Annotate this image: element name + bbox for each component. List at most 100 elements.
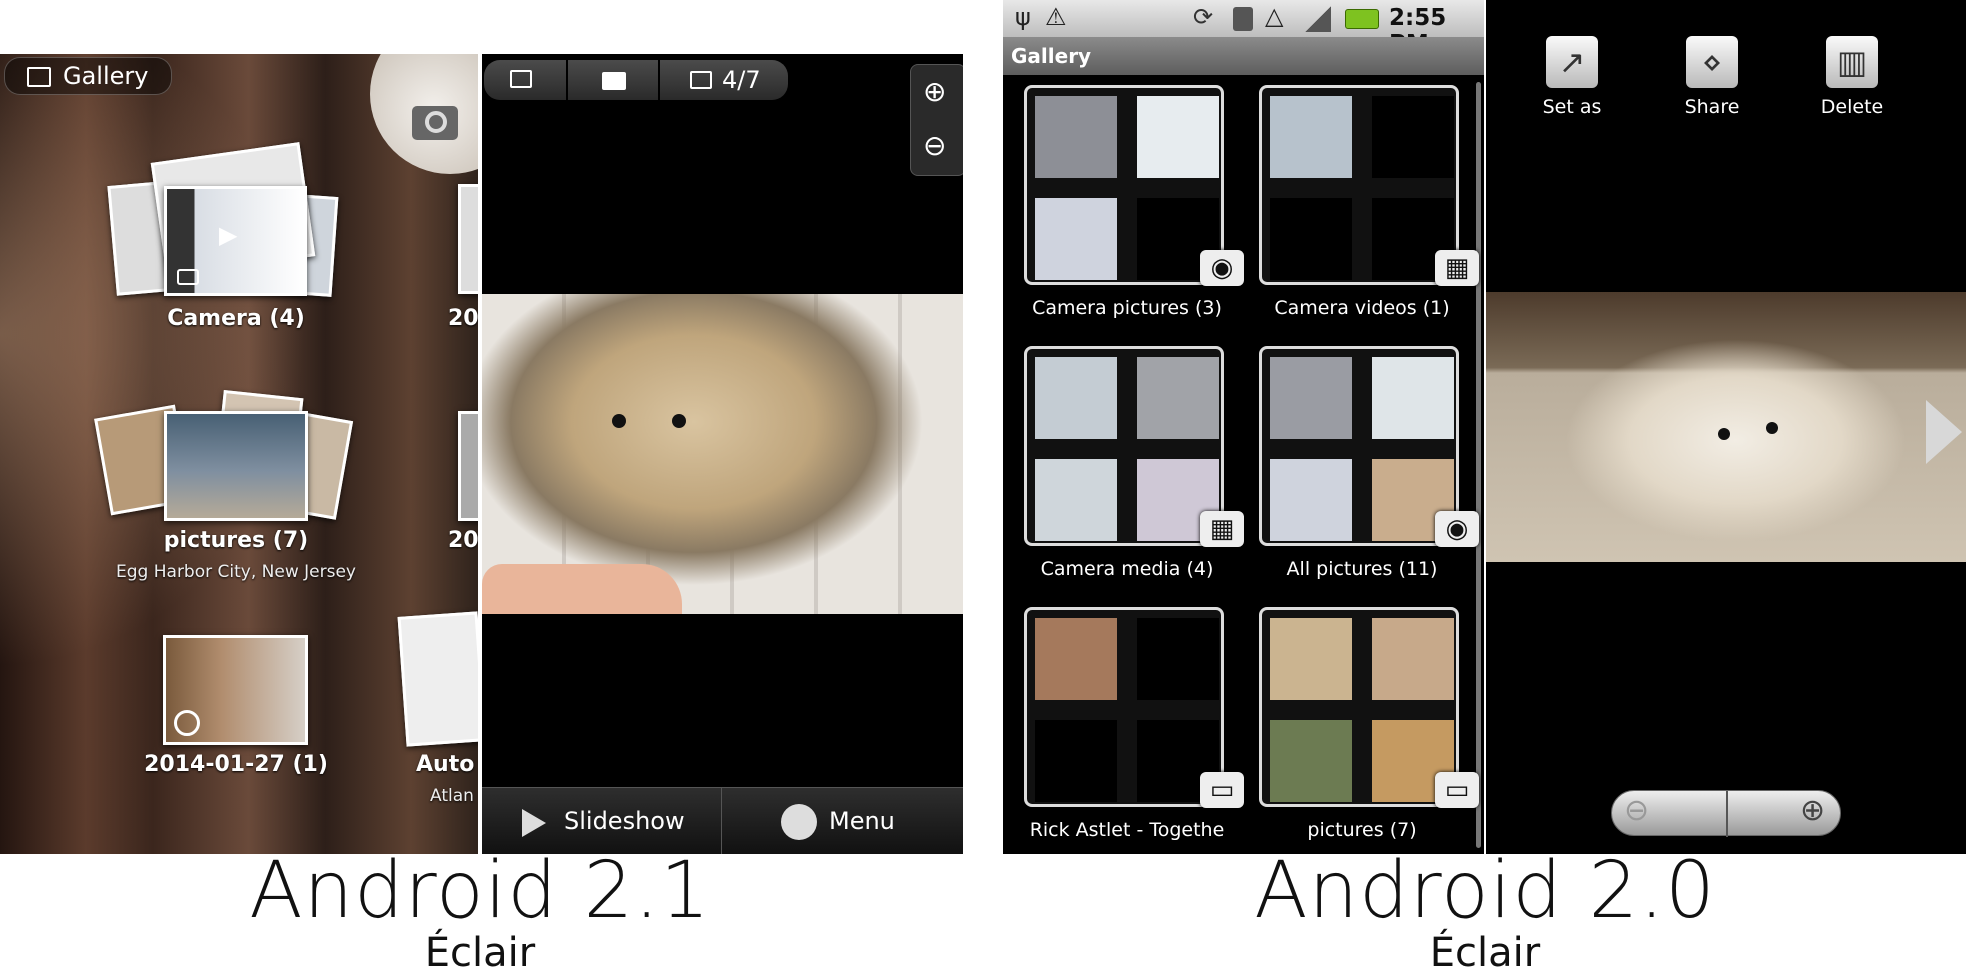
album-cover: ▶ bbox=[164, 186, 307, 296]
battery-icon bbox=[1345, 9, 1379, 29]
folder-icon: ▭ bbox=[1200, 772, 1244, 808]
album-thumbnail-grid bbox=[1259, 346, 1459, 546]
thumbnail bbox=[1372, 96, 1454, 178]
thumbnail bbox=[1270, 618, 1352, 700]
android21-gallery-screen: Gallery ▶ Camera (4) pictures (7) Egg Ha… bbox=[0, 54, 478, 854]
menu-button[interactable]: Menu bbox=[723, 788, 963, 854]
caption-left-codename: Éclair bbox=[424, 930, 536, 976]
menu-icon bbox=[781, 804, 817, 840]
usb-icon: ψ bbox=[1015, 3, 1031, 31]
thumbnail bbox=[1137, 96, 1219, 178]
photo-poodle-lying[interactable] bbox=[1486, 292, 1966, 562]
caption-right-version: Android 2.0 bbox=[1254, 846, 1716, 936]
album-title-partial: 20 bbox=[448, 528, 478, 553]
set-as-icon: ↗ bbox=[1546, 36, 1598, 88]
thumbnail bbox=[1137, 618, 1219, 700]
album-photo-partial[interactable] bbox=[397, 611, 478, 747]
film-icon: ▦ bbox=[1200, 511, 1244, 547]
zoom-in-icon[interactable]: ⊕ bbox=[1800, 793, 1825, 828]
thumbnail bbox=[1270, 96, 1352, 178]
camera-icon: ◉ bbox=[1200, 250, 1244, 286]
zoom-controls: ⊕ ⊖ bbox=[910, 64, 963, 176]
photo-poodle[interactable] bbox=[482, 294, 963, 614]
no-signal-icon: △ bbox=[1265, 2, 1284, 30]
thumbnail bbox=[1270, 357, 1352, 439]
next-photo-arrow[interactable] bbox=[1926, 400, 1962, 464]
delete-label: Delete bbox=[1820, 96, 1884, 118]
share-button[interactable]: ⋄ Share bbox=[1657, 36, 1767, 118]
wifi-icon bbox=[1233, 7, 1253, 31]
delete-button[interactable]: ▥ Delete bbox=[1797, 36, 1907, 118]
album-tile-label: pictures (7) bbox=[1307, 819, 1417, 841]
status-bar: ψ ⚠ ⟳ △ 2:55 PM bbox=[1003, 0, 1484, 57]
zoom-out-icon[interactable]: ⊖ bbox=[1624, 793, 1649, 828]
scrollbar[interactable] bbox=[1476, 82, 1481, 848]
play-icon bbox=[522, 809, 546, 837]
album-location-partial: Atlan bbox=[430, 786, 474, 806]
warning-icon: ⚠ bbox=[1045, 3, 1067, 31]
camera-button[interactable] bbox=[370, 54, 478, 174]
android20-gallery-screen: ψ ⚠ ⟳ △ 2:55 PM Gallery ◉ Camera pictures… bbox=[1003, 0, 1484, 854]
album-cover-partial[interactable] bbox=[458, 184, 478, 294]
thumbnail bbox=[1372, 357, 1454, 439]
thumbnail bbox=[1137, 357, 1219, 439]
photo-counter: 4/7 bbox=[722, 66, 761, 94]
gallery-header-button[interactable]: Gallery bbox=[4, 57, 172, 95]
trash-icon: ▥ bbox=[1826, 36, 1878, 88]
set-as-label: Set as bbox=[1542, 96, 1602, 118]
thumbnail bbox=[1372, 618, 1454, 700]
folder-icon: ▭ bbox=[1435, 772, 1479, 808]
album-tile-label: All pictures (11) bbox=[1286, 558, 1438, 580]
signal-bars-icon bbox=[1305, 6, 1331, 32]
breadcrumb-photo[interactable]: 4/7 bbox=[660, 60, 788, 100]
android20-photo-viewer: ↗ Set as ⋄ Share ▥ Delete ⊖ ⊕ bbox=[1486, 0, 1966, 854]
thumbnail bbox=[1270, 198, 1352, 280]
album-cover bbox=[164, 411, 308, 521]
zoom-in-icon[interactable]: ⊕ bbox=[923, 75, 946, 108]
thumbnail bbox=[1035, 618, 1117, 700]
album-thumbnail-grid bbox=[1259, 85, 1459, 285]
gallery-header-label: Gallery bbox=[63, 62, 149, 90]
menu-label: Menu bbox=[829, 807, 895, 835]
thumbnail bbox=[1035, 198, 1117, 280]
caption-left-version: Android 2.1 bbox=[249, 846, 711, 936]
album-tile-label: Camera videos (1) bbox=[1274, 297, 1450, 319]
breadcrumb-folder[interactable] bbox=[568, 60, 658, 100]
set-as-button[interactable]: ↗ Set as bbox=[1517, 36, 1627, 118]
album-thumbnail-grid bbox=[1259, 607, 1459, 807]
gallery-title-bar: Gallery bbox=[1003, 37, 1484, 75]
album-thumbnail-grid bbox=[1024, 85, 1224, 285]
album-location: Egg Harbor City, New Jersey bbox=[116, 562, 356, 582]
album-cover bbox=[163, 635, 308, 745]
thumbnail bbox=[1035, 720, 1117, 802]
album-tile-label: Camera media (4) bbox=[1040, 558, 1214, 580]
caption-right-codename: Éclair bbox=[1429, 930, 1541, 976]
photo-icon bbox=[690, 71, 712, 89]
thumbnail bbox=[1270, 720, 1352, 802]
breadcrumb-gallery[interactable] bbox=[484, 60, 566, 100]
android21-photo-viewer: 4/7 ⊕ ⊖ Slideshow Menu bbox=[482, 54, 963, 854]
album-title-partial: 20 bbox=[448, 306, 478, 331]
album-title: pictures (7) bbox=[163, 528, 309, 553]
film-icon: ▦ bbox=[1435, 250, 1479, 286]
album-tile-label: Rick Astlet - Togethe bbox=[1029, 819, 1225, 841]
album-title: Camera (4) bbox=[167, 306, 305, 331]
album-cover-partial[interactable] bbox=[458, 411, 478, 521]
bottom-action-bar: Slideshow Menu bbox=[482, 787, 963, 854]
share-icon: ⋄ bbox=[1686, 36, 1738, 88]
play-icon: ▶ bbox=[219, 221, 238, 249]
album-thumbnail-grid bbox=[1024, 346, 1224, 546]
thumbnail bbox=[1035, 459, 1117, 541]
sync-icon: ⟳ bbox=[1193, 3, 1214, 31]
picasa-icon bbox=[174, 710, 200, 736]
zoom-out-icon[interactable]: ⊖ bbox=[923, 129, 946, 162]
slideshow-button[interactable]: Slideshow bbox=[482, 788, 722, 854]
album-title-partial: Auto bbox=[416, 752, 475, 777]
thumbnail bbox=[1035, 357, 1117, 439]
camera-icon bbox=[177, 269, 199, 285]
slideshow-label: Slideshow bbox=[564, 807, 685, 835]
album-thumbnail-grid bbox=[1024, 607, 1224, 807]
zoom-control-bar: ⊖ ⊕ bbox=[1611, 790, 1841, 837]
gallery-icon bbox=[510, 70, 532, 88]
gallery-icon bbox=[27, 67, 51, 87]
